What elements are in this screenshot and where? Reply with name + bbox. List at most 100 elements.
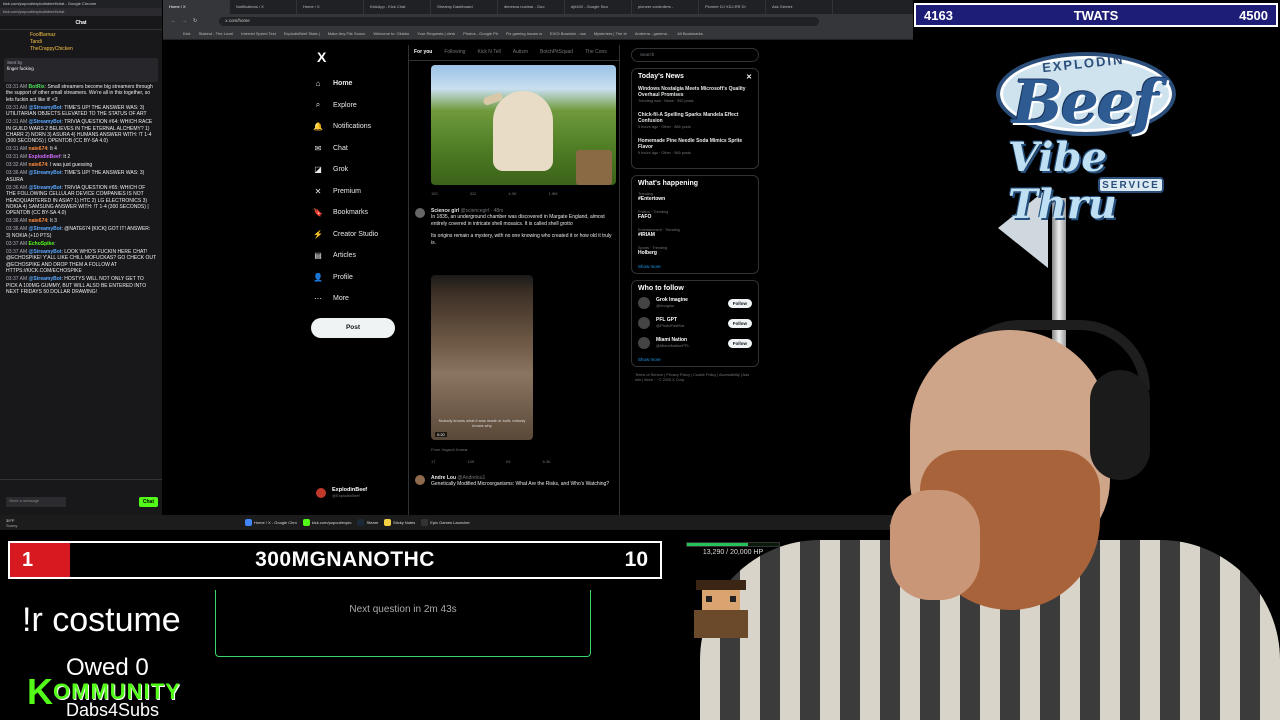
view-count[interactable]: 6.3K <box>543 459 551 464</box>
feed-tab[interactable]: The Cons <box>585 49 607 56</box>
taskbar-app[interactable]: Sticky Notes <box>384 519 415 526</box>
repost-count[interactable]: 109 <box>467 459 474 464</box>
bookmark-item[interactable]: ExplodinBeef Stats | <box>284 31 320 36</box>
nav-item-explore[interactable]: ⌕ Explore <box>311 95 411 117</box>
chat-message: 03:36 AM @StreamyBot: @NATE674 [KICK] GO… <box>6 226 151 239</box>
forward-icon[interactable]: → <box>182 18 187 24</box>
bookmark-item[interactable]: Internet Speed Test <box>241 31 276 36</box>
trend-item[interactable]: Sports · Trending Holberg <box>638 246 752 256</box>
post-button[interactable]: Post <box>311 317 395 338</box>
chat-timestamp: 03:36 AM <box>6 184 28 191</box>
nav-item-creator-studio[interactable]: ⚡ Creator Studio <box>311 224 411 246</box>
feed-tab[interactable]: Following <box>444 49 465 56</box>
browser-tab[interactable]: dj#400 - Google Sea <box>565 0 632 14</box>
nav-item-articles[interactable]: ▤ Articles <box>311 245 411 267</box>
browser-tab[interactable]: Ask Gemini <box>766 0 833 14</box>
chat-username[interactable]: nate674 <box>29 146 48 152</box>
chat-username[interactable]: nate674 <box>29 162 48 168</box>
bookmark-item[interactable]: Welcome to: Oklaho <box>373 31 409 36</box>
browser-tab[interactable]: Notifications / X <box>230 0 297 14</box>
search-input[interactable]: Search <box>631 48 759 62</box>
bookmark-item[interactable]: All Bookmarks <box>677 31 703 36</box>
taskbar-app[interactable]: Home / X - Google Chro <box>245 519 297 526</box>
reload-icon[interactable]: ↻ <box>193 18 197 24</box>
taskbar-app[interactable]: kick.com/popout/explo <box>302 519 351 526</box>
show-more-link[interactable]: Show more <box>638 264 752 269</box>
news-item[interactable]: Windows Nostalgia Meets Microsoft's Qual… <box>638 86 752 104</box>
chat-username[interactable]: @StreamyBot <box>29 249 62 255</box>
url-field[interactable]: x.com/home <box>219 16 820 26</box>
tweet[interactable]: Science girl @sciencegirl · 48m In 1835,… <box>415 208 615 246</box>
chat-send-button[interactable]: Chat <box>138 496 158 507</box>
pinned-message[interactable]: Sent by finger fucking <box>4 58 158 82</box>
trend-item[interactable]: Politics · Trending FAFO <box>638 210 752 220</box>
like-count[interactable]: 64 <box>506 459 510 464</box>
news-item[interactable]: Chick-fil-A Spelling Sparks Mandela Effe… <box>638 112 752 130</box>
taskbar-app[interactable]: Epic Games Launcher <box>421 519 470 526</box>
trend-item[interactable]: Entertainment · Trending #IRIAM <box>638 228 752 238</box>
browser-tab[interactable]: Home / X <box>297 0 364 14</box>
account-switcher[interactable]: ExplodinBeef @ExplodinBeef <box>316 487 367 498</box>
nav-item-home[interactable]: ⌂ Home <box>311 73 411 95</box>
trend-item[interactable]: Trending #Entertown <box>638 192 752 202</box>
news-headline: Homemade Pine Needle Soda Mimics Sprite … <box>638 138 743 150</box>
follow-button[interactable]: Follow <box>727 298 752 308</box>
nav-item-profile[interactable]: 👤 Profile <box>311 267 411 289</box>
nav-item-bookmarks[interactable]: 🔖 Bookmarks <box>311 202 411 224</box>
chat-username[interactable]: nate674 <box>29 218 48 224</box>
browser-tab[interactable]: Streamy Dashboard <box>431 0 498 14</box>
post-video[interactable]: Nobody knows what it was made or built, … <box>431 275 533 440</box>
chat-username[interactable]: ExplodinBeef <box>29 154 61 160</box>
browser-tab[interactable]: dimesna nuclear - Goo <box>498 0 565 14</box>
bookmark-item[interactable]: Make Any File Sounc <box>328 31 366 36</box>
bookmark-item[interactable]: Mysteriers | The Ie <box>594 31 627 36</box>
bookmark-item[interactable]: Andrena - gamma - <box>635 31 669 36</box>
feed-tab[interactable]: Kick N Tell <box>477 49 500 56</box>
tweet[interactable]: Andre Lou @Andrelou1 Genetically Modifie… <box>415 475 615 488</box>
bookmark-item[interactable]: Photos - Google Ph <box>463 31 498 36</box>
feed-tab[interactable]: Autism <box>513 49 528 56</box>
chat-input[interactable]: Send a message <box>6 497 66 507</box>
view-count[interactable]: 1.8M <box>549 191 558 196</box>
feed-tab[interactable]: For you <box>414 49 432 56</box>
chat-username[interactable]: @StreamyBot <box>29 226 62 232</box>
chat-address-bar[interactable]: kick.com/popout/explodinbeef/chat <box>0 8 162 16</box>
news-item[interactable]: Homemade Pine Needle Soda Mimics Sprite … <box>638 138 752 156</box>
channel-logo: EXPLODIN Beef Vibe Thru SERVICE <box>990 38 1210 348</box>
bookmark-item[interactable]: Kick <box>183 31 191 36</box>
nav-item-chat[interactable]: ✉ Chat <box>311 138 411 160</box>
repost-count[interactable]: 312 <box>470 191 477 196</box>
taskbar-app[interactable]: Steam <box>357 519 378 526</box>
bookmark-item[interactable]: EXOI Bowdoin - nss <box>550 31 586 36</box>
back-icon[interactable]: ← <box>171 18 176 24</box>
chat-username[interactable]: @StreamyBot <box>29 105 62 111</box>
browser-tab[interactable]: KickApp - Kick Chat <box>364 0 431 14</box>
browser-tab[interactable]: pioneer controllers - <box>632 0 699 14</box>
browser-tab[interactable]: Home / X <box>163 0 230 14</box>
close-icon[interactable]: ✕ <box>746 73 752 81</box>
bookmark-item[interactable]: Stakeut - The Lovel <box>199 31 234 36</box>
reply-count[interactable]: 152 <box>431 191 438 196</box>
follow-button[interactable]: Follow <box>727 318 752 328</box>
nav-item-notifications[interactable]: 🔔 Notifications <box>311 116 411 138</box>
chat-username[interactable]: @StreamyBot <box>29 185 62 191</box>
like-count[interactable]: 4.3K <box>508 191 516 196</box>
chat-timestamp: 03:37 AM <box>6 248 28 255</box>
reply-count[interactable]: 17 <box>431 459 435 464</box>
nav-item-premium[interactable]: ✕ Premium <box>311 181 411 203</box>
weather-widget[interactable]: 39°F Sunny <box>6 518 36 528</box>
browser-tab[interactable]: Pioneer DJ XDJ-RR Di <box>699 0 766 14</box>
x-logo-icon[interactable]: X <box>317 49 411 65</box>
nav-item-grok[interactable]: ◪ Grok <box>311 159 411 181</box>
chat-username[interactable]: BotRix <box>29 84 45 90</box>
follow-handle: @Imagine <box>656 303 675 308</box>
bookmark-item[interactable]: Your Requests | clerk <box>417 31 455 36</box>
nav-item-more[interactable]: ⋯ More <box>311 288 411 310</box>
chat-username[interactable]: @StreamyBot <box>29 119 62 125</box>
feed-tab[interactable]: BotchPitSquad <box>540 49 573 56</box>
bookmark-item[interactable]: Fix gaming issues w <box>506 31 542 36</box>
chat-username[interactable]: @StreamyBot <box>29 276 62 282</box>
chat-username[interactable]: @StreamyBot <box>29 170 62 176</box>
post-image-goat[interactable] <box>431 65 616 185</box>
chat-username[interactable]: EchoSpike <box>29 241 55 247</box>
